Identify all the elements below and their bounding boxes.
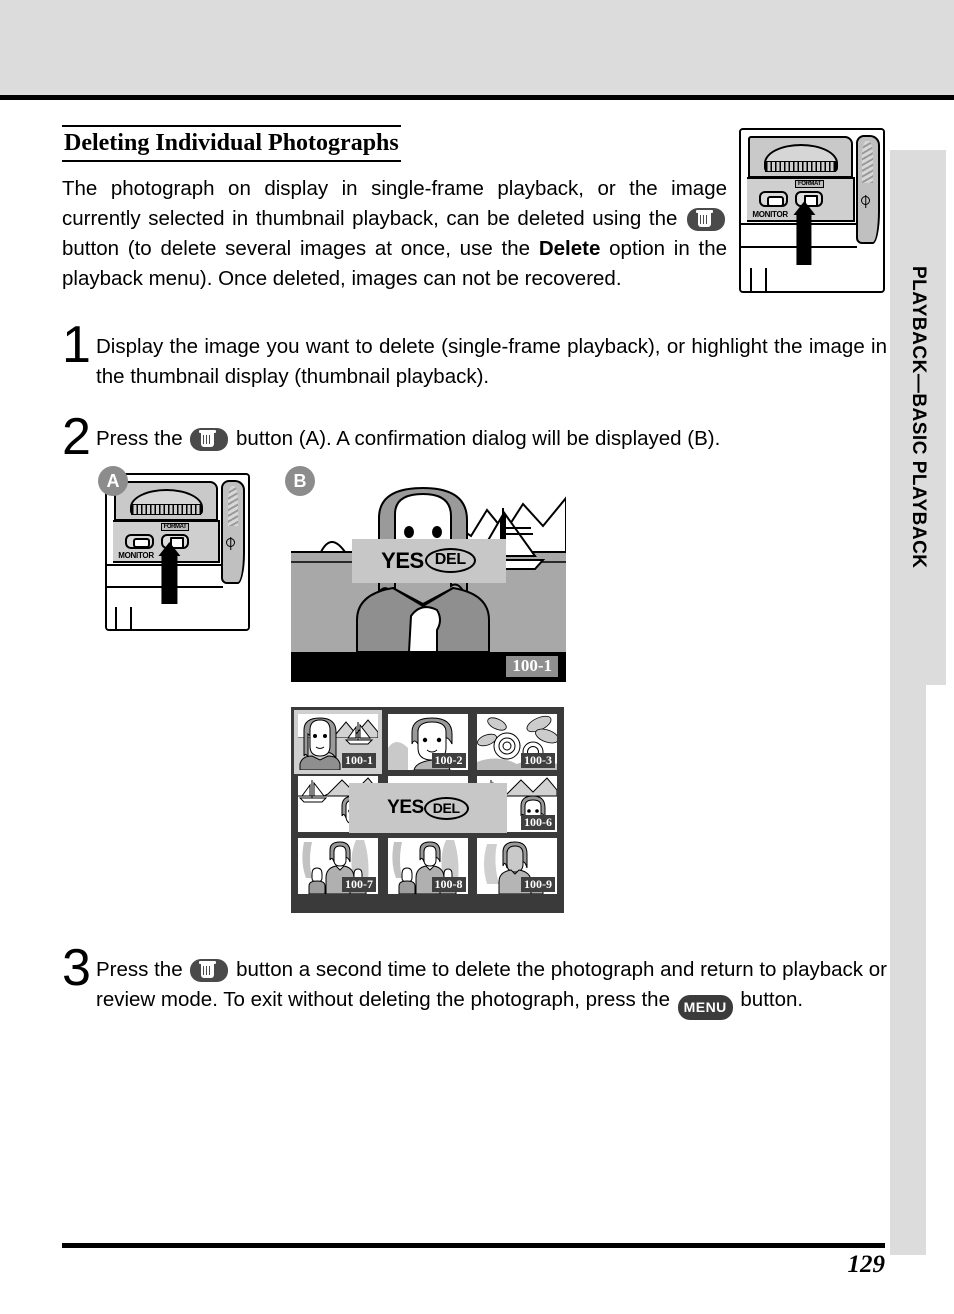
figure-a-badge: A [98, 466, 128, 496]
thumbnail-100-2[interactable]: 100-2 [387, 714, 468, 770]
thumbnail-delete-confirmation-dialog: YES DEL [349, 783, 507, 833]
thumbnail-playback-grid: 100-1 100-2 100-3 100-6 100-7 100-8 100-… [291, 707, 564, 913]
trash-delete-button-icon [190, 959, 229, 982]
camera-dial-ticks [130, 504, 202, 516]
thumbnail-100-8[interactable]: 100-8 [387, 838, 468, 894]
step-3-container: 3 Press the button a second time to dele… [62, 939, 887, 1021]
footer-rule [62, 1243, 885, 1248]
page-title: Deleting Individual Photographs [62, 125, 401, 162]
up-arrow-pointer-icon [161, 555, 178, 605]
step-1-text: Display the image you want to delete (si… [96, 335, 887, 389]
thumbnail-row: 100-1 100-2 100-3 [294, 710, 557, 774]
trash-delete-button-icon [190, 428, 229, 452]
menu-button-icon: MENU [677, 995, 733, 1021]
thumbnail-100-7[interactable]: 100-7 [298, 838, 378, 894]
figure-b-single-frame-playback: YES DEL 100-1 [291, 470, 566, 682]
step-3-text: Press the button a second time to delete… [96, 947, 887, 1021]
side-tab: PLAYBACK—BASIC PLAYBACK [890, 150, 946, 685]
lcd-scene: YES DEL [291, 470, 566, 652]
step-1-number: 1 [62, 316, 91, 375]
figure-a-camera-illustration: FORMAT MONITOR DEL [105, 473, 250, 631]
camera-grip [221, 479, 246, 585]
thumbnail-100-3[interactable]: 100-3 [477, 714, 557, 770]
dialog-del-label: DEL [423, 796, 469, 820]
intro-text-2: button (to delete several images at once… [62, 236, 531, 260]
thumbnail-tag: 100-6 [521, 815, 555, 830]
step-2-text-after: button (A). A confirmation dialog will b… [236, 427, 721, 451]
dialog-yes-label: YES [381, 547, 424, 573]
dialog-del-label: DEL [424, 548, 476, 574]
step-3-number: 3 [62, 939, 91, 997]
step-3-text-before: Press the [96, 958, 183, 981]
thumbnail-tag: 100-1 [342, 753, 376, 768]
manual-page: PLAYBACK—BASIC PLAYBACK FORMAT MONITOR D… [0, 0, 954, 1314]
step-2-text: Press the button (A). A confirmation dia… [96, 416, 887, 454]
thumbnail-100-9[interactable]: 100-9 [477, 838, 557, 894]
side-tab-narrow [890, 685, 926, 1255]
figure-b-badge: B [285, 466, 315, 496]
step-3-text-after: button. [740, 988, 804, 1012]
thumbnail-tag: 100-8 [431, 877, 466, 892]
step-3: 3 Press the button a second time to dele… [62, 939, 887, 1021]
thumbnail-row: 100-7 100-8 100-9 [298, 838, 557, 894]
trash-delete-button-icon [687, 207, 725, 231]
camera-door [115, 607, 133, 629]
delete-confirmation-dialog: YES DEL [351, 539, 506, 583]
header-rule [0, 95, 954, 100]
header-band [0, 0, 954, 95]
thumbnail-tag: 100-7 [342, 877, 376, 892]
intro-paragraph: The photograph on display in single-fram… [62, 174, 727, 295]
page-number: 129 [847, 1251, 886, 1278]
intro-text-1: The photograph on display in single-fram… [62, 176, 727, 230]
lcd-status-bar: 100-1 [291, 652, 566, 682]
thumbnail-100-1[interactable]: 100-1 [294, 710, 382, 774]
thumbnail-tag: 100-3 [521, 753, 555, 768]
delete-option-bold: Delete [538, 236, 601, 260]
thumbnail-tag: 100-9 [521, 877, 555, 892]
thumbnail-tag: 100-2 [431, 753, 466, 768]
step-1: 1 Display the image you want to delete (… [62, 316, 887, 392]
monitor-label: MONITOR [118, 551, 154, 561]
step-2: 2 Press the button (A). A confirmation d… [62, 408, 887, 467]
side-tab-label: PLAYBACK—BASIC PLAYBACK [908, 266, 929, 569]
dialog-yes-label: YES [387, 797, 424, 818]
content-column: Deleting Individual Photographs The phot… [62, 125, 887, 467]
format-label: FORMAT [160, 522, 190, 531]
step-2-number: 2 [62, 408, 91, 467]
monitor-button-icon [125, 533, 154, 549]
frame-number-tag: 100-1 [506, 656, 558, 677]
step-2-text-before: Press the [96, 427, 183, 451]
